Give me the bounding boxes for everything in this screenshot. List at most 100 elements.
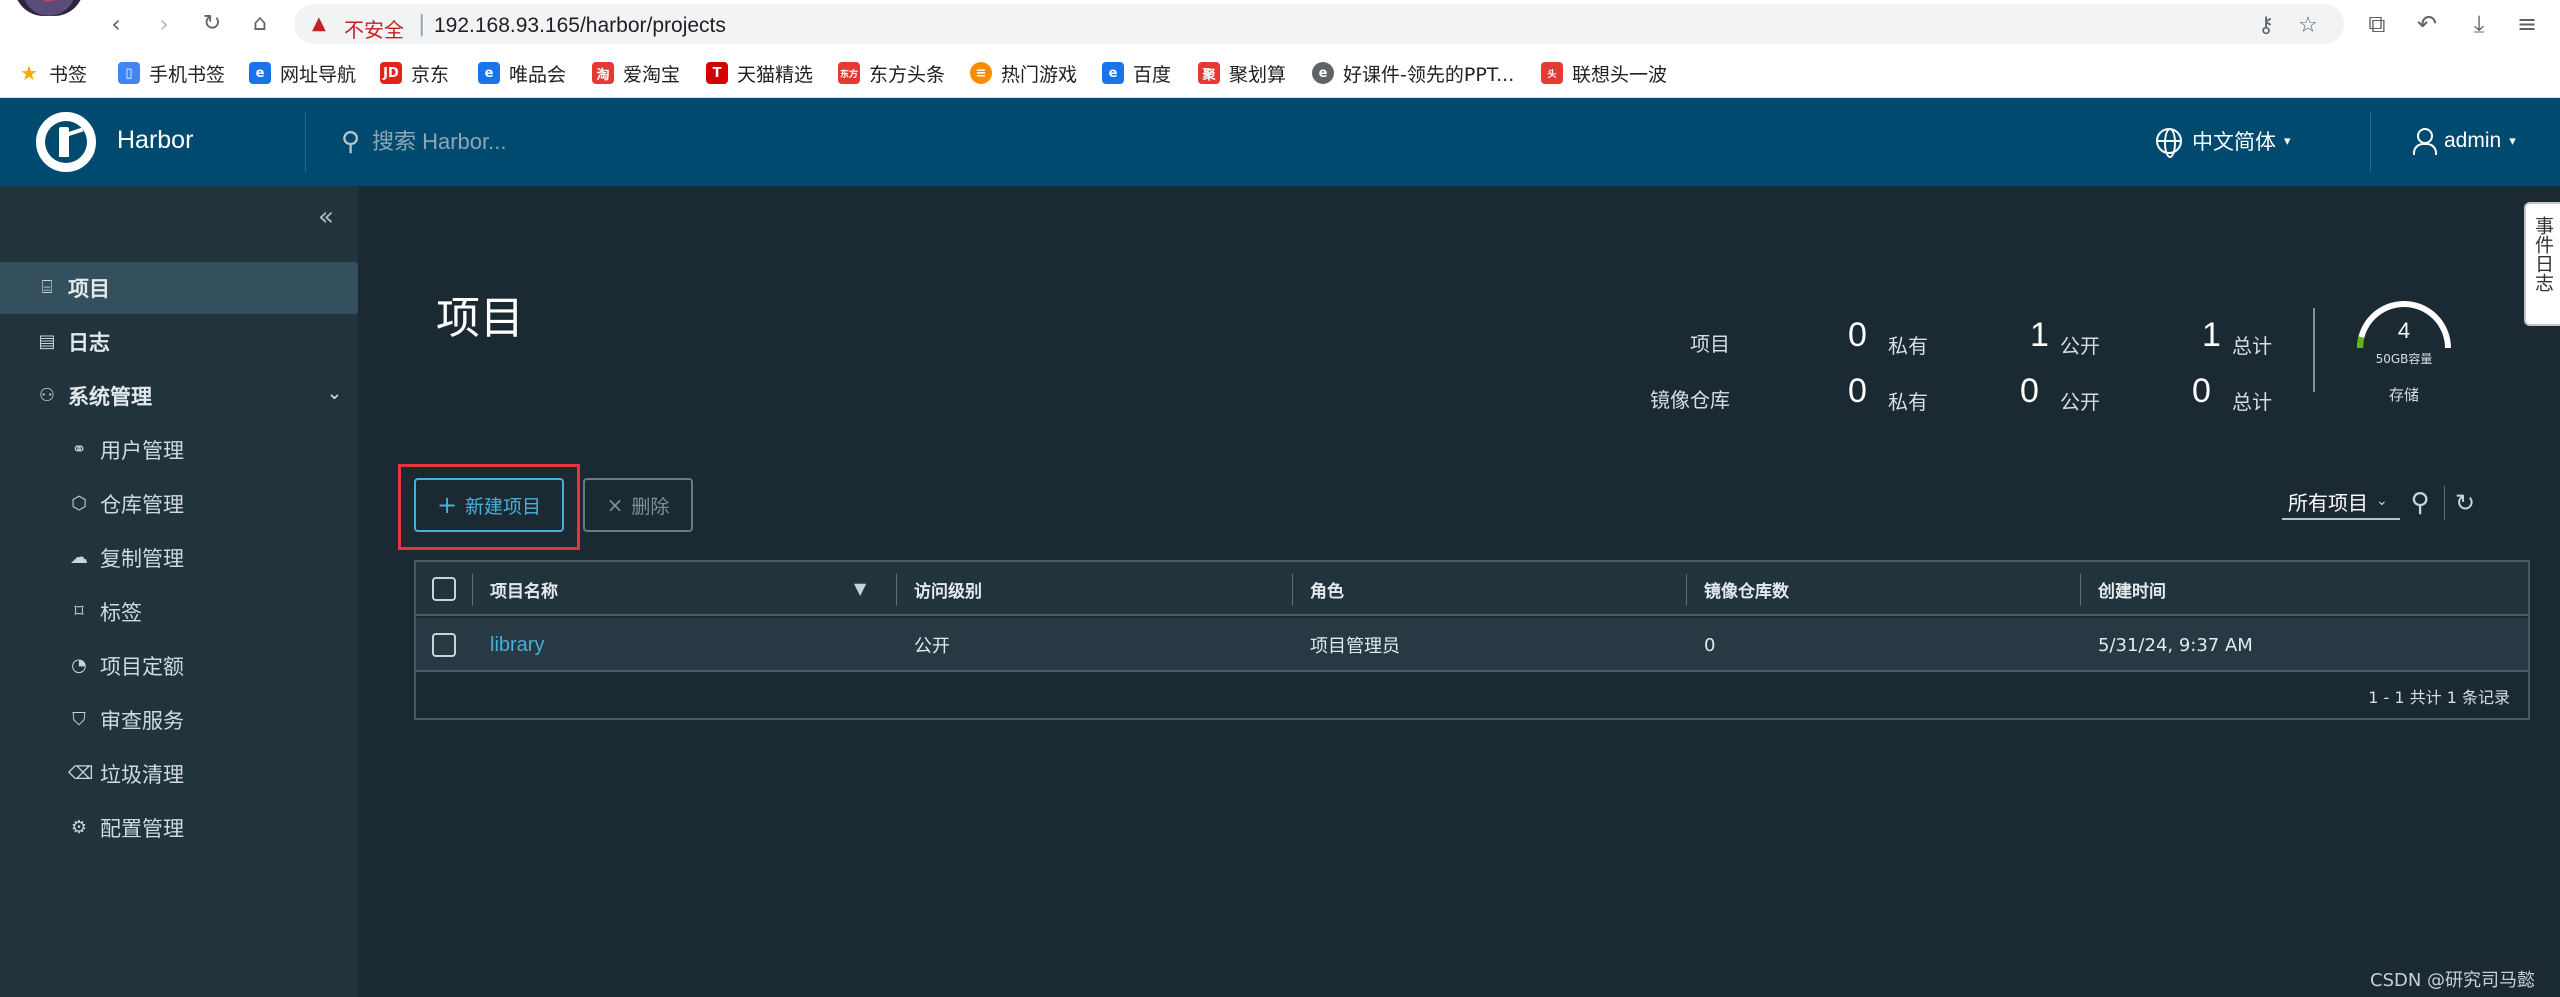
collapse-sidebar-icon[interactable]: «	[318, 202, 334, 232]
phone-icon: ▯	[118, 62, 140, 84]
bookmark-item[interactable]: e 好课件-领先的PPT...	[1312, 58, 1514, 88]
bookmark-item[interactable]: 东方 东方头条	[838, 58, 945, 88]
history-icon[interactable]: ↶	[2410, 8, 2444, 40]
creation-time: 5/31/24, 9:37 AM	[2098, 634, 2253, 656]
stats-public-unit: 公开	[2060, 334, 2100, 358]
global-search-input[interactable]	[372, 126, 772, 158]
row-checkbox[interactable]	[432, 618, 456, 672]
url-text[interactable]: 192.168.93.165/harbor/projects	[434, 14, 726, 38]
language-label: 中文简体	[2192, 130, 2276, 154]
column-header-repo-count[interactable]: 镜像仓库数	[1704, 562, 1789, 616]
delete-button[interactable]: × 删除	[583, 478, 693, 532]
insecure-label[interactable]: 不安全	[344, 14, 404, 43]
column-header-name[interactable]: 项目名称	[490, 562, 558, 616]
bookmark-item[interactable]: 头联想头一波	[1541, 58, 1667, 88]
sidebar-item-registries[interactable]: ⬡ 仓库管理	[0, 478, 358, 530]
profile-avatar[interactable]	[14, 0, 84, 16]
menu-icon[interactable]: ≡	[2510, 8, 2544, 40]
admin-icon: ⚇	[38, 385, 56, 406]
bookmark-item[interactable]: ★ 书签	[18, 58, 87, 88]
sidebar-item-label: 系统管理	[68, 385, 152, 409]
project-name-link[interactable]: library	[490, 618, 544, 672]
sidebar-item-logs[interactable]: ▤ 日志	[0, 316, 358, 368]
new-project-button[interactable]: + 新建项目	[414, 478, 564, 532]
filter-icon[interactable]: ▼	[854, 579, 866, 598]
app-title[interactable]: Harbor	[117, 126, 193, 155]
user-icon	[2412, 127, 2437, 155]
ppt-icon: e	[1312, 62, 1334, 84]
reload-icon[interactable]: ↻	[196, 8, 228, 40]
sidebar-item-label: 审查服务	[100, 709, 184, 733]
bookmarks-bar: ★ 书签 ▯ 手机书签 e 网址导航 JD 京东 e 唯品会 淘爱淘宝 T 天猫精选 东方东…	[0, 48, 2560, 98]
language-selector[interactable]: 中文简体 ▾	[2156, 124, 2291, 158]
main-content: 项目 项目 0 私有 1 公开 1 总计 镜像仓库 0 私有 0 公开 0 总计…	[358, 186, 2560, 997]
column-header-created[interactable]: 创建时间	[2098, 562, 2166, 616]
browser-toolbar: ‹ › ↻ ⌂ ▲ 不安全 | 192.168.93.165/harbor/pr…	[0, 0, 2560, 48]
bookmark-item[interactable]: e 网址导航	[249, 58, 356, 88]
search-icon[interactable]: ⚲	[341, 128, 360, 156]
delete-label: 删除	[631, 495, 670, 518]
user-menu[interactable]: admin ▾	[2412, 124, 2516, 158]
sidebar-item-label: 仓库管理	[100, 493, 184, 517]
bookmark-item[interactable]: 淘爱淘宝	[592, 58, 680, 88]
key-icon[interactable]: ⚷	[2252, 12, 2280, 40]
table-row[interactable]: library 公开 项目管理员 0 5/31/24, 9:37 AM	[416, 618, 2528, 672]
refresh-icon[interactable]: ↻	[2448, 486, 2482, 520]
nav-site-icon: e	[249, 62, 271, 84]
bookmark-item[interactable]: 聚聚划算	[1198, 58, 1286, 88]
download-icon[interactable]: ⤓	[2462, 8, 2496, 40]
star-icon: ★	[20, 61, 38, 85]
sidebar-item-interrogation[interactable]: ⛉ 审查服务	[0, 694, 358, 746]
news-icon: 东方	[838, 62, 860, 84]
page-title: 项目	[436, 293, 524, 344]
bookmark-item[interactable]: e 百度	[1102, 58, 1171, 88]
stats-divider	[2313, 308, 2315, 392]
harbor-logo-icon[interactable]	[36, 112, 96, 172]
game-icon: ≡	[970, 62, 992, 84]
event-log-tab[interactable]: 事件日志	[2524, 202, 2560, 326]
home-icon[interactable]: ⌂	[244, 8, 276, 40]
chevron-down-icon[interactable]: ⌄	[327, 383, 342, 404]
tag-icon: ⌑	[74, 601, 84, 622]
sidebar-item-administration[interactable]: ⚇ 系统管理 ⌄	[0, 370, 358, 422]
header-divider	[2370, 112, 2371, 172]
sidebar-item-replication[interactable]: ☁ 复制管理	[0, 532, 358, 584]
sidebar-item-labels[interactable]: ⌑ 标签	[0, 586, 358, 638]
address-bar[interactable]: ▲ 不安全 | 192.168.93.165/harbor/projects ⚷…	[294, 4, 2344, 44]
sidebar-item-gc[interactable]: ⌫ 垃圾清理	[0, 748, 358, 800]
sidebar-item-quotas[interactable]: ◔ 项目定额	[0, 640, 358, 692]
star-icon[interactable]: ☆	[2294, 12, 2322, 40]
log-icon: ▤	[38, 331, 56, 352]
extensions-icon[interactable]: ⧉	[2360, 8, 2394, 40]
bookmark-item[interactable]: ▯ 手机书签	[118, 58, 225, 88]
bookmark-item[interactable]: JD 京东	[380, 58, 449, 88]
sidebar-item-projects[interactable]: ⌸ 项目	[0, 262, 360, 314]
sidebar-item-users[interactable]: ⚭ 用户管理	[0, 424, 358, 476]
quota-icon: ◔	[71, 655, 87, 676]
bookmark-item[interactable]: e 唯品会	[478, 58, 566, 88]
role: 项目管理员	[1310, 636, 1400, 657]
stats-projects-private: 0	[1848, 316, 1867, 354]
stats-private-unit: 私有	[1888, 390, 1928, 414]
sidebar-item-configuration[interactable]: ⚙ 配置管理	[0, 802, 358, 854]
forward-icon[interactable]: ›	[148, 8, 180, 40]
table-header: 项目名称 ▼ 访问级别 角色 镜像仓库数 创建时间	[416, 562, 2528, 616]
stats-repos-public: 0	[2020, 372, 2039, 410]
sidebar-item-label: 日志	[68, 331, 110, 355]
column-separator	[1292, 574, 1293, 606]
bookmark-item[interactable]: T 天猫精选	[706, 58, 813, 88]
app-header: Harbor ⚲ 中文简体 ▾ admin ▾	[0, 98, 2560, 186]
select-all-checkbox[interactable]	[432, 562, 456, 616]
column-header-role[interactable]: 角色	[1310, 562, 1344, 616]
pagination-summary: 1 - 1 共计 1 条记录	[2368, 688, 2510, 707]
project-filter-select[interactable]: 所有项目 ⌄	[2282, 484, 2400, 520]
search-icon[interactable]: ⚲	[2403, 486, 2437, 520]
sidebar-item-label: 复制管理	[100, 547, 184, 571]
back-icon[interactable]: ‹	[100, 8, 132, 40]
sidebar-item-label: 项目定额	[100, 655, 184, 679]
stats-private-unit: 私有	[1888, 334, 1928, 358]
sidebar-item-label: 用户管理	[100, 439, 184, 463]
chevron-down-icon: ▾	[2284, 133, 2291, 149]
bookmark-item[interactable]: ≡ 热门游戏	[970, 58, 1077, 88]
column-header-access[interactable]: 访问级别	[914, 562, 982, 616]
